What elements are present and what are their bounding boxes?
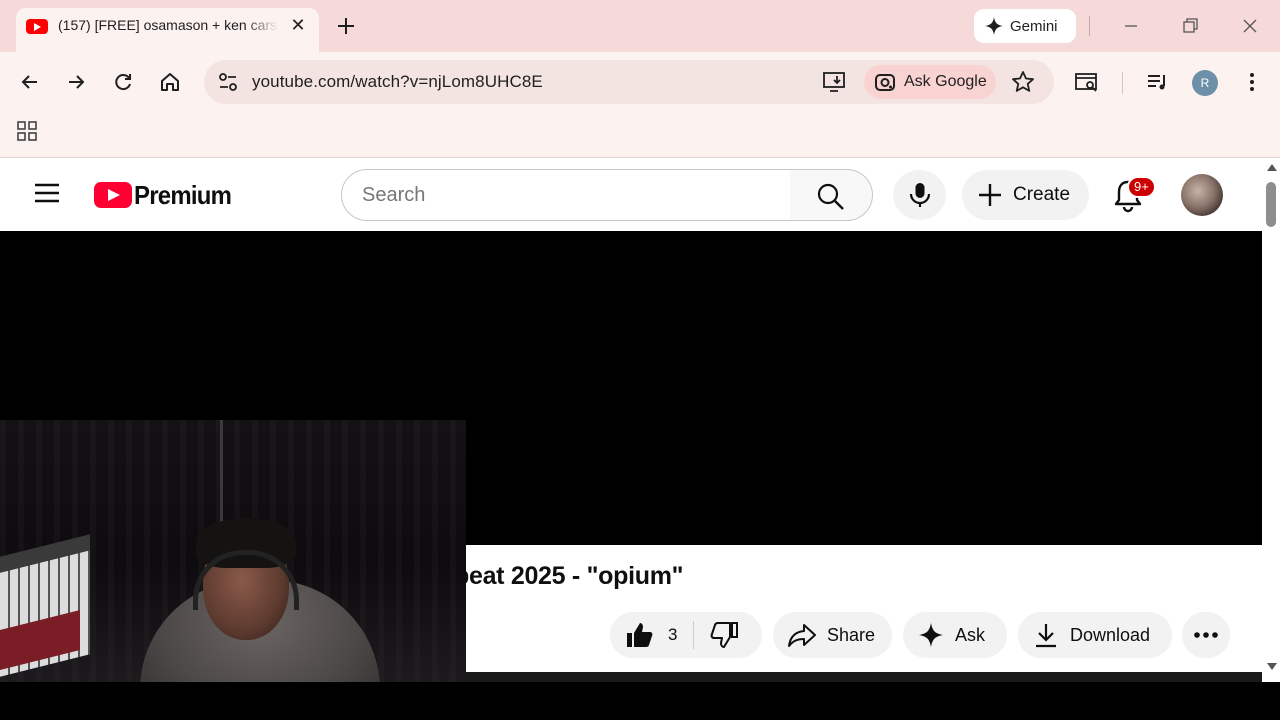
plus-icon	[979, 184, 1001, 206]
lens-camera-icon	[875, 74, 895, 91]
close-icon[interactable]: ✕	[286, 13, 310, 37]
webcam-overlay	[0, 420, 466, 682]
thumbs-up-icon	[627, 623, 653, 647]
forward-arrow-icon[interactable]	[62, 68, 90, 96]
divider	[1122, 72, 1123, 94]
more-horizontal-icon	[1194, 632, 1218, 638]
ask-google-label: Ask Google	[904, 73, 987, 90]
voice-search-button[interactable]	[893, 170, 946, 220]
like-count: 3	[668, 625, 678, 644]
share-label: Share	[827, 624, 876, 645]
sparkle-icon	[919, 623, 943, 647]
profile-avatar[interactable]: R	[1192, 70, 1218, 96]
youtube-brand[interactable]: Premium	[134, 180, 232, 211]
share-arrow-icon	[788, 624, 816, 647]
site-info-icon[interactable]	[214, 68, 242, 96]
create-button[interactable]: Create	[962, 170, 1089, 220]
more-actions-button[interactable]	[1182, 612, 1230, 658]
tab-strip: (157) [FREE] osamason + ken carson type …	[0, 0, 1280, 52]
back-arrow-icon[interactable]	[16, 68, 44, 96]
kebab-menu-icon[interactable]	[1238, 68, 1266, 96]
page-scrollbar[interactable]	[1262, 158, 1280, 682]
search-icon	[817, 183, 844, 210]
youtube-logo-icon[interactable]	[94, 182, 132, 208]
divider	[1089, 16, 1090, 36]
search-box[interactable]	[341, 169, 791, 221]
scroll-down-arrow-icon[interactable]	[1267, 663, 1277, 670]
video-title: beat 2025 - "opium"	[466, 562, 684, 590]
description-preview	[466, 672, 1262, 682]
thumbs-down-icon	[710, 622, 738, 648]
taskbar-area	[0, 682, 1280, 720]
browser-toolbar: youtube.com/watch?v=njLom8UHC8E Ask Goog…	[0, 52, 1280, 112]
microphone-icon	[909, 183, 931, 207]
ask-label: Ask	[955, 624, 986, 645]
media-queue-icon[interactable]	[1144, 68, 1172, 96]
window-close-icon[interactable]	[1236, 12, 1264, 40]
bookmarks-bar	[0, 112, 1280, 158]
ask-google-button[interactable]: Ask Google	[864, 65, 996, 99]
apps-grid-icon[interactable]	[16, 120, 38, 142]
gemini-label: Gemini	[1010, 17, 1058, 35]
like-dislike-group: 3	[610, 612, 762, 658]
star-icon[interactable]	[1010, 69, 1036, 95]
restore-icon[interactable]	[1176, 12, 1204, 40]
notification-badge: 9+	[1127, 176, 1156, 198]
address-bar[interactable]: youtube.com/watch?v=njLom8UHC8E Ask Goog…	[204, 60, 1054, 104]
tab-search-icon[interactable]	[1073, 68, 1101, 96]
url-text[interactable]: youtube.com/watch?v=njLom8UHC8E	[252, 72, 543, 92]
dislike-button[interactable]	[702, 612, 754, 658]
search-button[interactable]	[790, 169, 873, 221]
minimize-icon[interactable]	[1117, 12, 1145, 40]
reload-icon[interactable]	[109, 68, 137, 96]
scroll-up-arrow-icon[interactable]	[1267, 164, 1277, 171]
gemini-button[interactable]: Gemini	[974, 9, 1076, 43]
create-label: Create	[1013, 184, 1071, 205]
download-label: Download	[1070, 624, 1151, 645]
home-icon[interactable]	[156, 68, 184, 96]
search-input[interactable]	[362, 183, 762, 207]
download-icon	[1036, 624, 1056, 648]
hamburger-menu-icon[interactable]	[34, 182, 60, 204]
like-button[interactable]: 3	[610, 612, 694, 658]
account-avatar[interactable]	[1181, 174, 1223, 216]
share-button[interactable]: Share	[773, 612, 892, 658]
plus-icon[interactable]	[332, 12, 360, 40]
youtube-masthead: Premium Create	[0, 158, 1262, 231]
download-button[interactable]: Download	[1018, 612, 1172, 658]
scrollbar-thumb[interactable]	[1266, 182, 1276, 227]
tab-title: (157) [FREE] osamason + ken carson type …	[58, 17, 278, 33]
ask-button[interactable]: Ask	[903, 612, 1007, 658]
divider	[693, 621, 694, 649]
youtube-favicon	[26, 19, 48, 34]
browser-tab-active[interactable]: (157) [FREE] osamason + ken carson type …	[16, 8, 319, 52]
install-app-icon[interactable]	[822, 70, 848, 94]
gemini-sparkle-icon	[985, 17, 1003, 35]
